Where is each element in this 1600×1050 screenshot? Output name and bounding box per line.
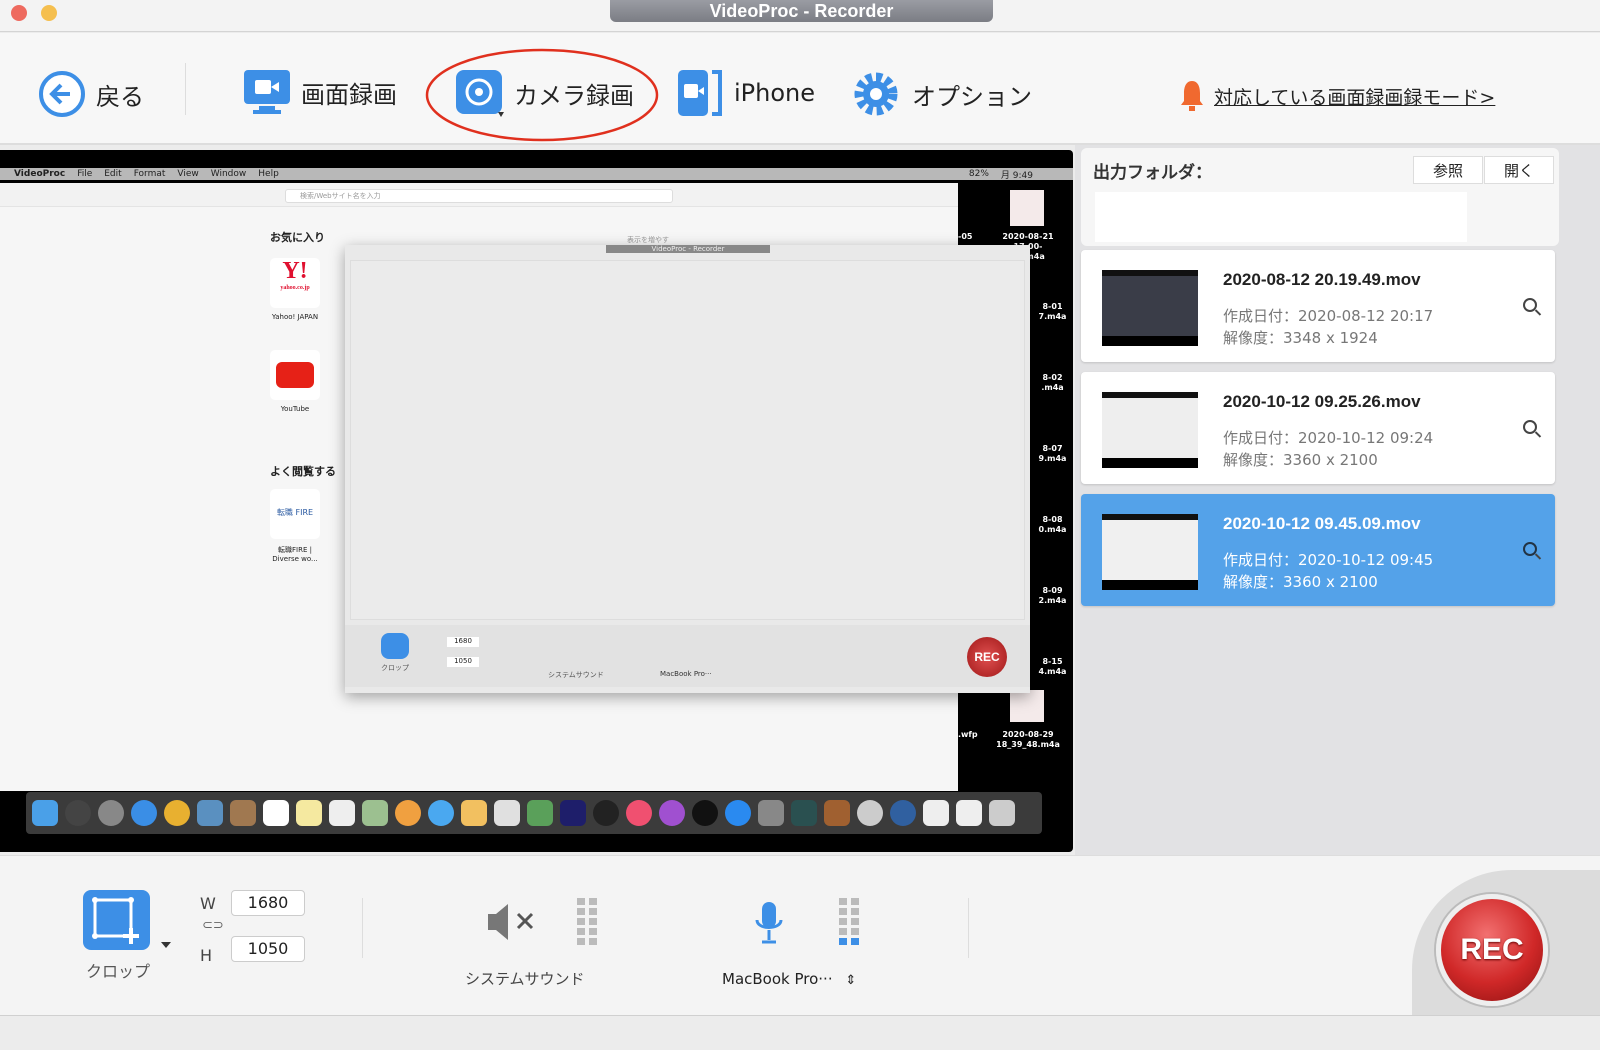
mic-source-select[interactable]: MacBook Pro··· ⇕ (722, 970, 856, 988)
tile-label: 転職FIRE | Diverse wo... (272, 546, 318, 563)
battery-status: 82% (968, 169, 989, 179)
favorites-heading: お気に入り (270, 231, 325, 244)
file-name: 2020-08-12 20.19.49.mov (1223, 270, 1421, 289)
screen-record-label: 画面録画 (301, 80, 397, 109)
divider (185, 63, 186, 115)
recording-item-selected[interactable]: 2020-10-12 09.45.09.mov 作成日付：2020-10-12 … (1081, 494, 1555, 606)
inner-recorder-window: VideoProc - Recorder クロップ 1680 1050 システム… (345, 245, 1030, 693)
chevron-updown-icon: ⇕ (845, 973, 857, 988)
monitor-camera-icon (244, 70, 290, 114)
divider (968, 898, 969, 958)
mac-menubar: VideoProc File Edit Format View Window H… (0, 168, 1073, 181)
gear-icon (854, 72, 898, 116)
video-thumbnail (1102, 392, 1198, 468)
iphone-label: iPhone (734, 79, 816, 107)
title-bar: VideoProc - Recorder (0, 0, 1600, 32)
inner-crop-icon (381, 633, 409, 659)
output-path-field[interactable] (1095, 192, 1467, 242)
supported-modes-label: 対応している画面録画録モード> (1214, 86, 1496, 109)
crop-dropdown-arrow[interactable] (161, 942, 171, 948)
browse-button[interactable]: 参照 (1413, 156, 1483, 184)
resolution: 解像度：3348 x 1924 (1223, 329, 1378, 347)
created-date: 作成日付：2020-10-12 09:45 (1223, 551, 1434, 569)
window-title: VideoProc - Recorder (610, 0, 993, 22)
output-folder-label: 出力フォルダ： (1093, 163, 1212, 183)
close-button[interactable] (11, 5, 27, 21)
search-icon[interactable] (1523, 542, 1537, 556)
supported-modes-link[interactable]: 対応している画面録画録モード> (1180, 79, 1495, 113)
options-tab[interactable]: オプション (850, 69, 1032, 119)
width-input[interactable]: 1680 (231, 890, 305, 916)
menu-item: View (177, 169, 199, 179)
menubar-app: VideoProc (14, 169, 66, 179)
mac-dock (26, 792, 1042, 834)
link-icon[interactable]: ⊂⊃ (202, 918, 224, 933)
divider (362, 898, 363, 958)
menu-item: Window (210, 169, 247, 179)
red-annotation-circle (425, 48, 659, 142)
system-sound-label: システムサウンド (465, 970, 585, 988)
toolbar: 戻る 画面録画 カメラ録画 iPhone オプション 対応している画面録画録モー… (0, 33, 1600, 145)
status-bar (0, 1015, 1600, 1050)
iphone-tab[interactable]: iPhone (676, 68, 815, 118)
height-input[interactable]: 1050 (231, 936, 305, 962)
menu-item: Help (258, 169, 279, 179)
recording-item[interactable]: 2020-08-12 20.19.49.mov 作成日付：2020-08-12 … (1081, 250, 1555, 362)
frequent-heading: よく閲覧する (270, 465, 336, 478)
height-label: H (200, 946, 213, 965)
file-name: 2020-10-12 09.25.26.mov (1223, 392, 1421, 411)
screen-record-tab[interactable]: 画面録画 (243, 68, 397, 116)
back-button[interactable]: 戻る (38, 70, 144, 118)
open-folder-button[interactable]: 開く (1484, 156, 1554, 184)
youtube-tile (270, 350, 320, 400)
menu-item: File (77, 169, 93, 179)
crop-button[interactable] (83, 890, 150, 950)
output-folder-section: 出力フォルダ： 参照 開く (1081, 148, 1559, 246)
tile-label: Yahoo! JAPAN (271, 313, 319, 321)
video-thumbnail (1102, 514, 1198, 590)
created-date: 作成日付：2020-10-12 09:24 (1223, 429, 1434, 447)
system-sound-level-meter (577, 898, 597, 945)
bell-icon (1181, 81, 1203, 111)
back-arrow-icon (39, 71, 85, 117)
options-label: オプション (912, 82, 1032, 111)
speaker-muted-icon[interactable] (486, 904, 536, 940)
fire-tile: 転職 FIRE (270, 489, 320, 539)
menu-item: Format (133, 169, 166, 179)
minimize-button[interactable] (41, 5, 57, 21)
safari-search-field: 検索/Webサイト名を入力 (285, 189, 673, 203)
iphone-icon (678, 70, 722, 116)
menu-item: Edit (104, 169, 122, 179)
control-bar: クロップ W ⊂⊃ H 1680 1050 システムサウンド MacBook P… (0, 855, 1600, 1030)
search-icon[interactable] (1523, 298, 1537, 312)
crop-label: クロップ (86, 962, 151, 981)
crop-icon (92, 897, 139, 944)
mic-source-label: MacBook Pro··· (722, 970, 833, 988)
screen-preview: VideoProc File Edit Format View Window H… (0, 150, 1073, 852)
resolution: 解像度：3360 x 2100 (1223, 451, 1378, 469)
recording-item[interactable]: 2020-10-12 09.25.26.mov 作成日付：2020-10-12 … (1081, 372, 1555, 484)
output-panel: 出力フォルダ： 参照 開く 2020-08-12 20.19.49.mov 作成… (1075, 145, 1600, 855)
width-label: W (200, 894, 216, 913)
back-label: 戻る (96, 82, 144, 111)
resolution: 解像度：3360 x 2100 (1223, 573, 1378, 591)
mic-level-meter (839, 898, 859, 945)
microphone-icon[interactable] (754, 900, 784, 946)
show-more: 表示を増やす (627, 236, 669, 244)
rec-button[interactable]: REC (1436, 894, 1548, 1006)
created-date: 作成日付：2020-08-12 20:17 (1223, 307, 1434, 325)
tile-label: YouTube (280, 405, 310, 413)
yahoo-tile: Y! yahoo.co.jp (270, 258, 320, 308)
file-name: 2020-10-12 09.45.09.mov (1223, 514, 1421, 533)
search-icon[interactable] (1523, 420, 1537, 434)
video-thumbnail (1102, 270, 1198, 346)
clock: 月 9:49 (1000, 170, 1033, 181)
